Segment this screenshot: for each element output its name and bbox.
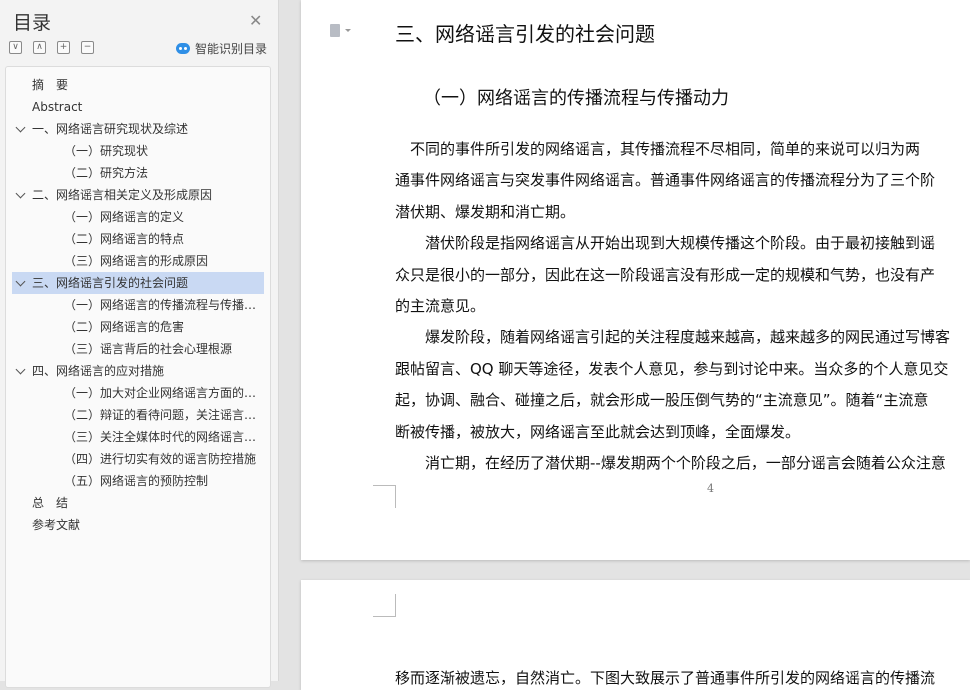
sidebar-title: 目录 — [13, 12, 52, 34]
toc-item[interactable]: （二）研究方法 — [6, 162, 270, 184]
body-line: 跟帖留言、QQ 聊天等途径，发表个人意见，参与到讨论中来。当众多的个人意见交 — [395, 359, 949, 378]
body-line: 的主流意见。 — [395, 297, 486, 315]
toc-item[interactable]: （三）网络谣言的形成原因 — [6, 250, 270, 272]
toc-item[interactable]: 总 结 — [6, 492, 270, 514]
document-area[interactable]: 三、网络谣言引发的社会问题 （一）网络谣言的传播流程与传播动力 不同的事件所引发… — [279, 0, 970, 690]
chevron-down-icon[interactable] — [15, 276, 26, 287]
toc-item[interactable]: Abstract — [6, 96, 270, 118]
toc-item[interactable]: （二）辩证的看待问题，关注谣言背后的问题 — [6, 404, 270, 426]
toc-item-label: （一）加大对企业网络谣言方面的监管 — [64, 386, 269, 400]
plus-icon: + — [59, 42, 68, 52]
toc-item[interactable]: （一）网络谣言的定义 — [6, 206, 270, 228]
document-page[interactable]: 三、网络谣言引发的社会问题 （一）网络谣言的传播流程与传播动力 不同的事件所引发… — [301, 0, 970, 560]
heading-4: （一）网络谣言的传播流程与传播动力 — [423, 88, 729, 109]
toc-item[interactable]: 三、网络谣言引发的社会问题 — [12, 272, 264, 294]
chevron-up-icon: ∧ — [36, 42, 43, 52]
toc-item-label: （二）网络谣言的特点 — [64, 232, 185, 246]
heading-3: 三、网络谣言引发的社会问题 — [395, 22, 655, 46]
toc-item[interactable]: 四、网络谣言的应对措施 — [6, 360, 270, 382]
toc-item-label: （五）网络谣言的预防控制 — [64, 474, 209, 488]
toc-item-label: （四）进行切实有效的谣言防控措施 — [64, 452, 257, 466]
document-page-next[interactable]: 移而逐渐被遗忘，自然消亡。下图大致展示了普通事件所引发的网络谣言的传播流 — [301, 580, 970, 690]
toc-item-label: 二、网络谣言相关定义及形成原因 — [32, 188, 213, 202]
body-line: 潜伏阶段是指网络谣言从开始出现到大规模传播这个阶段。由于最初接触到谣 — [395, 234, 936, 253]
page-number: 4 — [707, 482, 714, 495]
toc-item-label: （三）谣言背后的社会心理根源 — [64, 342, 233, 356]
toc-item-label: （一）研究现状 — [64, 144, 149, 158]
body-line: 众只是很小的一部分，因此在这一阶段谣言没有形成一定的规模和气势，也没有产 — [395, 265, 936, 284]
remove-heading-button[interactable]: − — [81, 41, 94, 54]
smart-toc-label: 智能识别目录 — [195, 42, 268, 56]
chevron-down-icon[interactable] — [15, 188, 26, 199]
toc-item[interactable]: 摘 要 — [6, 74, 270, 96]
toc-item[interactable]: （二）网络谣言的危害 — [6, 316, 270, 338]
toc-item-label: 总 结 — [32, 496, 69, 510]
document-icon[interactable] — [330, 24, 351, 37]
toc-item[interactable]: （五）网络谣言的预防控制 — [6, 470, 270, 492]
body-line: 通事件网络谣言与突发事件网络谣言。普通事件网络谣言的传播流程分为了三个阶 — [395, 171, 936, 190]
toc-item-label: 三、网络谣言引发的社会问题 — [32, 276, 189, 290]
toc-panel: 摘 要 Abstract 一、网络谣言研究现状及综述 （一）研究现状 （二）研究方法二、… — [5, 66, 271, 688]
toc-item[interactable]: （三）关注全媒体时代的网络谣言治理 — [6, 426, 270, 448]
toc-item-label: 四、网络谣言的应对措施 — [32, 364, 165, 378]
body-line: 起，协调、融合、碰撞之后，就会形成一股压倒气势的“主流意见”。随着“主流意 — [395, 391, 929, 410]
toc-item[interactable]: （一）加大对企业网络谣言方面的监管 — [6, 382, 270, 404]
minus-icon: − — [83, 42, 92, 52]
toc-item[interactable]: （一）研究现状 — [6, 140, 270, 162]
smart-toc-button[interactable]: 智能识别目录 — [176, 40, 267, 57]
page-corner-mark — [373, 485, 396, 508]
toc-item-label: （一）网络谣言的定义 — [64, 210, 185, 224]
body-line: 消亡期，在经历了潜伏期--爆发期两个个阶段之后，一部分谣言会随着公众注意 — [395, 454, 946, 472]
add-heading-button[interactable]: + — [57, 41, 70, 54]
page-corner-mark — [373, 594, 396, 617]
chevron-down-icon: ∨ — [12, 42, 19, 52]
toc-item-label: Abstract — [32, 100, 83, 114]
chevron-down-icon[interactable] — [15, 122, 26, 133]
toc-item-label: （二）辩证的看待问题，关注谣言背后的问题 — [64, 408, 270, 422]
toc-item[interactable]: （二）网络谣言的特点 — [6, 228, 270, 250]
toc-sidebar: 目录 ✕ ∨ ∧ + − 智能识别目录 摘 要 Abstract 一、网络谣言研究现… — [0, 0, 279, 688]
toc-item-label: （二）网络谣言的危害 — [64, 320, 185, 334]
body-line: 潜伏期、爆发期和消亡期。 — [395, 202, 576, 221]
toc-list: 摘 要 Abstract 一、网络谣言研究现状及综述 （一）研究现状 （二）研究方法二、… — [6, 67, 270, 536]
toc-item-label: 摘 要 — [32, 78, 69, 92]
toc-item[interactable]: （四）进行切实有效的谣言防控措施 — [6, 448, 270, 470]
toc-item-label: （三）网络谣言的形成原因 — [64, 254, 209, 268]
toc-item-label: （二）研究方法 — [64, 166, 149, 180]
toc-toolbar: ∨ ∧ + − — [9, 41, 94, 55]
close-icon[interactable]: ✕ — [249, 11, 262, 30]
expand-all-button[interactable]: ∧ — [33, 41, 46, 54]
toc-item[interactable]: （一）网络谣言的传播流程与传播动力 — [6, 294, 270, 316]
body-line: 爆发阶段，随着网络谣言引起的关注程度越来越高，越来越多的网民通过写博客 — [395, 328, 951, 347]
body-line: 移而逐渐被遗忘，自然消亡。下图大致展示了普通事件所引发的网络谣言的传播流 — [395, 669, 936, 687]
toc-item[interactable]: 一、网络谣言研究现状及综述 — [6, 118, 270, 140]
body-line: 断被传播，被放大，网络谣言至此就会达到顶峰，全面爆发。 — [395, 422, 801, 441]
toc-item-label: （一）网络谣言的传播流程与传播动力 — [64, 298, 269, 312]
toc-item[interactable]: （三）谣言背后的社会心理根源 — [6, 338, 270, 360]
collapse-all-button[interactable]: ∨ — [9, 41, 22, 54]
toc-item-label: （三）关注全媒体时代的网络谣言治理 — [64, 430, 269, 444]
chevron-down-icon[interactable] — [15, 364, 26, 375]
toc-item-label: 参考文献 — [32, 518, 81, 532]
toc-item-label: 一、网络谣言研究现状及综述 — [32, 122, 189, 136]
ai-robot-icon — [176, 43, 190, 54]
toc-item[interactable]: 参考文献 — [6, 514, 270, 536]
toc-item[interactable]: 二、网络谣言相关定义及形成原因 — [6, 184, 270, 206]
body-line: 不同的事件所引发的网络谣言，其传播流程不尽相同，简单的来说可以归为两 — [395, 140, 921, 158]
